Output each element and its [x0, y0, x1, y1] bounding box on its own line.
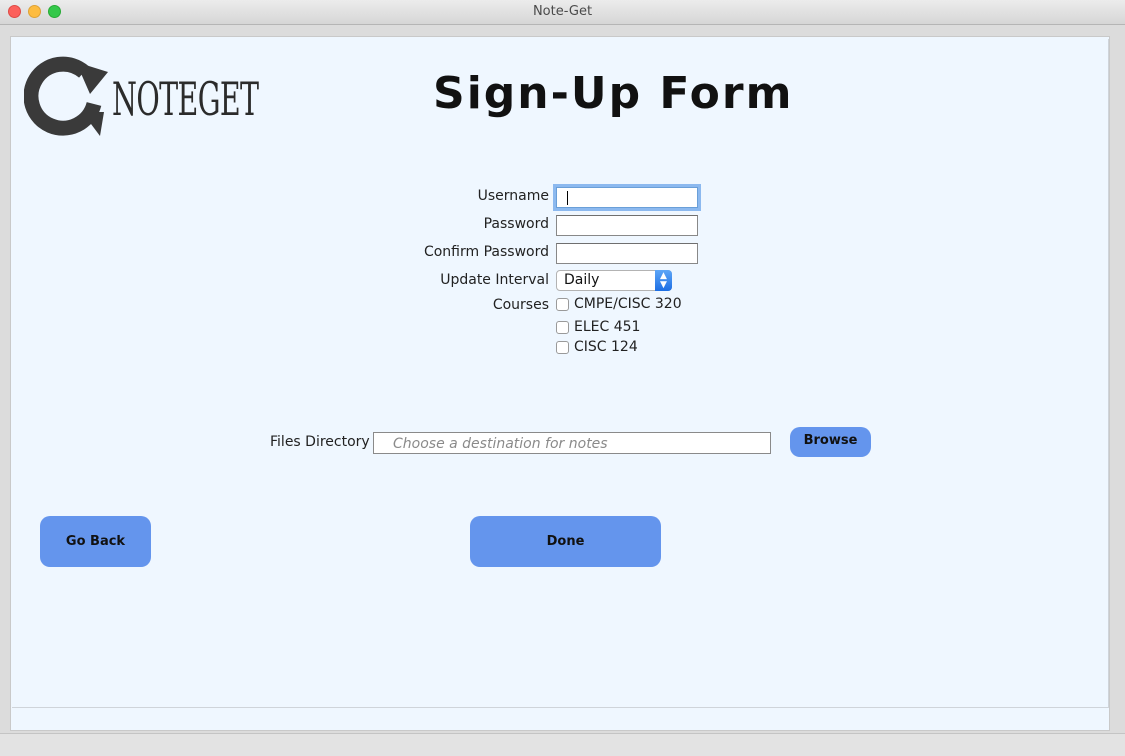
course-checkbox[interactable]: [556, 321, 569, 334]
course-label: ELEC 451: [574, 319, 641, 335]
window-titlebar: Note-Get: [0, 0, 1125, 25]
course-label: CMPE/CISC 320: [574, 296, 682, 312]
update-interval-value: Daily: [564, 272, 600, 288]
select-arrows-icon: ▲ ▼: [655, 270, 672, 291]
done-button[interactable]: Done: [470, 516, 661, 567]
password-input[interactable]: [556, 215, 698, 236]
courses-label: Courses: [492, 297, 549, 313]
username-input[interactable]: [556, 187, 698, 208]
username-label: Username: [477, 188, 549, 204]
go-back-button[interactable]: Go Back: [40, 516, 151, 567]
files-directory-label: Files Directory: [270, 434, 370, 450]
files-directory-input[interactable]: Choose a destination for notes: [373, 432, 771, 454]
text-caret: [567, 191, 568, 205]
update-interval-label: Update Interval: [440, 272, 549, 288]
update-interval-select[interactable]: Daily ▲ ▼: [556, 270, 672, 291]
page-title: Sign-Up Form: [433, 68, 794, 119]
course-label: CISC 124: [574, 339, 638, 355]
logo-wordmark: NOTEGET: [112, 72, 259, 126]
confirm-password-input[interactable]: [556, 243, 698, 264]
course-checkbox[interactable]: [556, 298, 569, 311]
window-title: Note-Get: [532, 4, 593, 19]
browse-button[interactable]: Browse: [790, 427, 871, 457]
confirm-password-label: Confirm Password: [423, 244, 549, 260]
password-label: Password: [483, 216, 549, 232]
bottom-bar: [0, 733, 1125, 756]
course-checkbox[interactable]: [556, 341, 569, 354]
